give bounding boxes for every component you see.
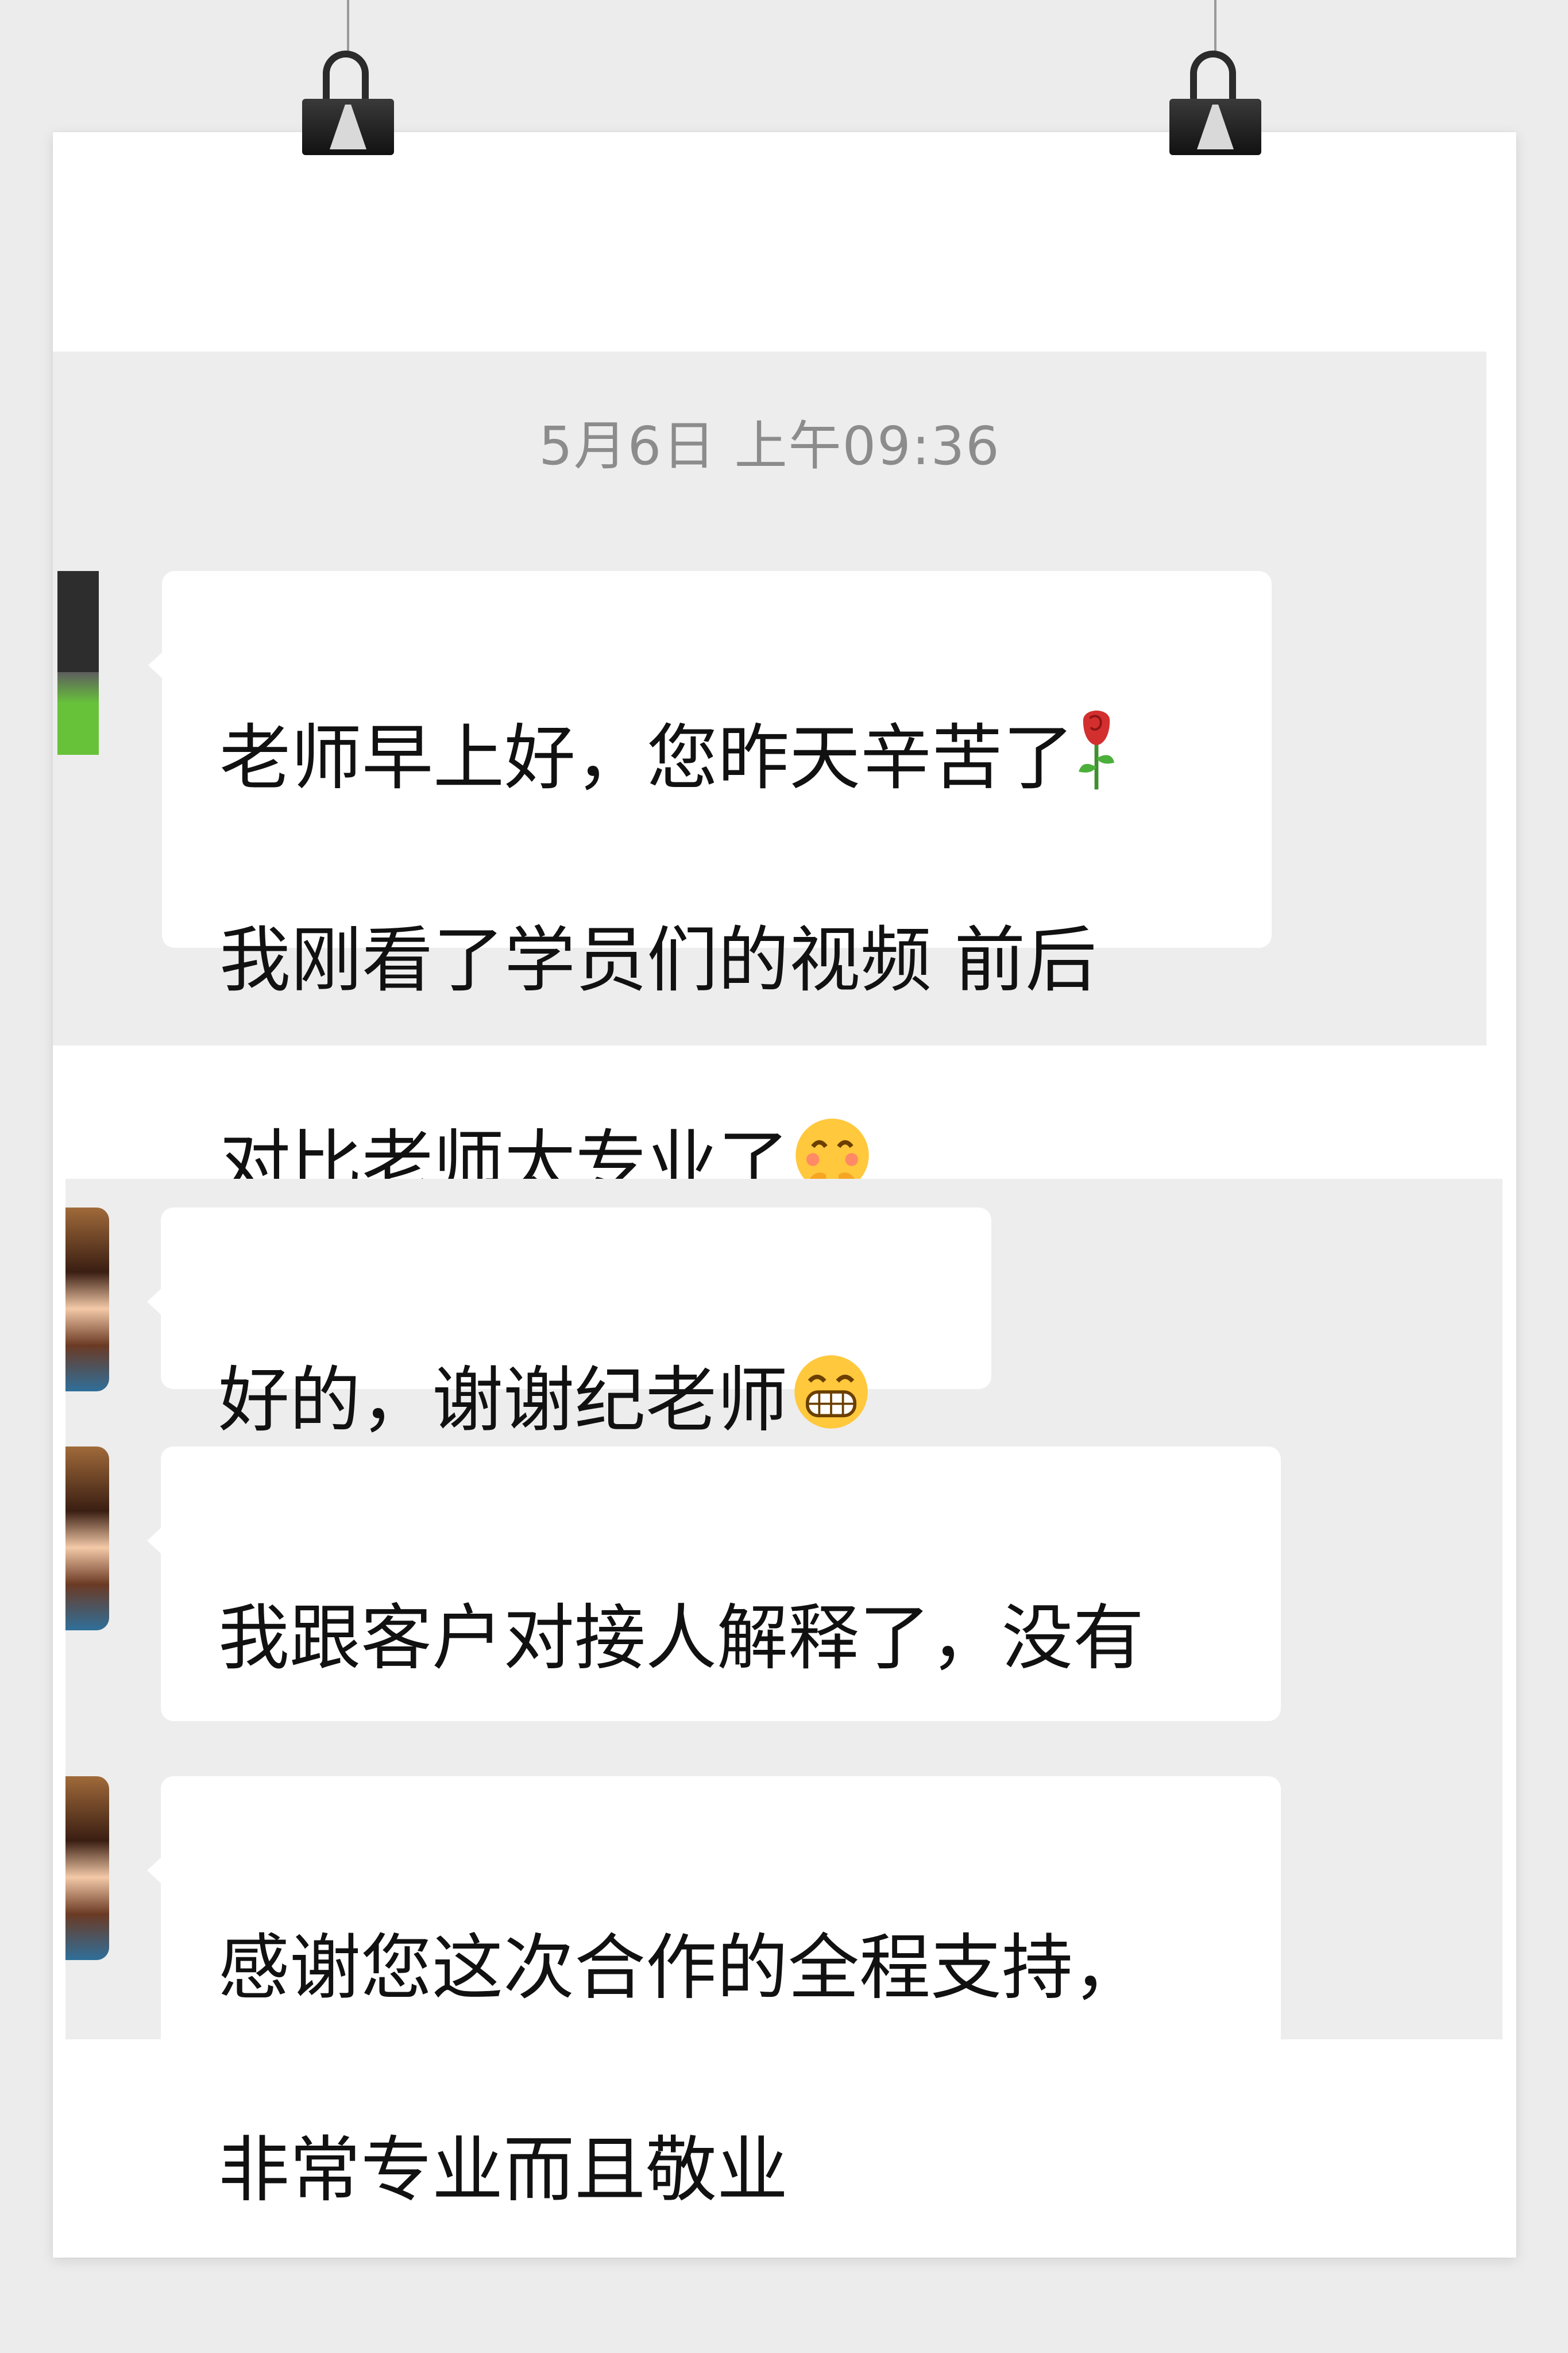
message-text: 感谢您这次合作的全程支持， 非常专业而且敬业 (218, 1927, 1145, 2212)
sender-avatar[interactable] (57, 571, 99, 755)
right-binder-clip-icon (1169, 0, 1261, 158)
grin-emoji-icon (794, 1355, 868, 1429)
chat-timestamp: 5月6日 上午09:36 (539, 415, 1001, 477)
message-text: 老师早上好，您昨天辛苦了 我刚看了学员们的视频 前后 对比老师太专业了 (219, 607, 1237, 1214)
message-text: 好的，谢谢纪老师 (218, 1248, 957, 1451)
message-bubble[interactable]: 好的，谢谢纪老师 (147, 1208, 991, 1442)
sender-avatar[interactable] (65, 1208, 109, 1391)
message-bubble[interactable]: 我跟客户对接人解释了，没有 影响 (147, 1446, 1281, 1882)
rose-emoji-icon (1079, 710, 1114, 790)
sender-avatar[interactable] (65, 1446, 109, 1630)
message-bubble[interactable]: 感谢您这次合作的全程支持， 非常专业而且敬业 (147, 1776, 1281, 2212)
left-binder-clip-icon (302, 0, 394, 158)
chat-screenshot-top: 5月6日 上午09:36 老师早上好，您昨天辛苦了 我刚看了学员们的视频 前后 … (53, 352, 1486, 1205)
sender-avatar[interactable] (65, 1776, 109, 1960)
chat-screenshot-bottom: 好的，谢谢纪老师 我跟客户对接人解释了，没有 影响 感谢您这次合作的全程支持， … (65, 1179, 1503, 2212)
message-bubble[interactable]: 老师早上好，您昨天辛苦了 我刚看了学员们的视频 前后 对比老师太专业了 (148, 571, 1272, 1205)
